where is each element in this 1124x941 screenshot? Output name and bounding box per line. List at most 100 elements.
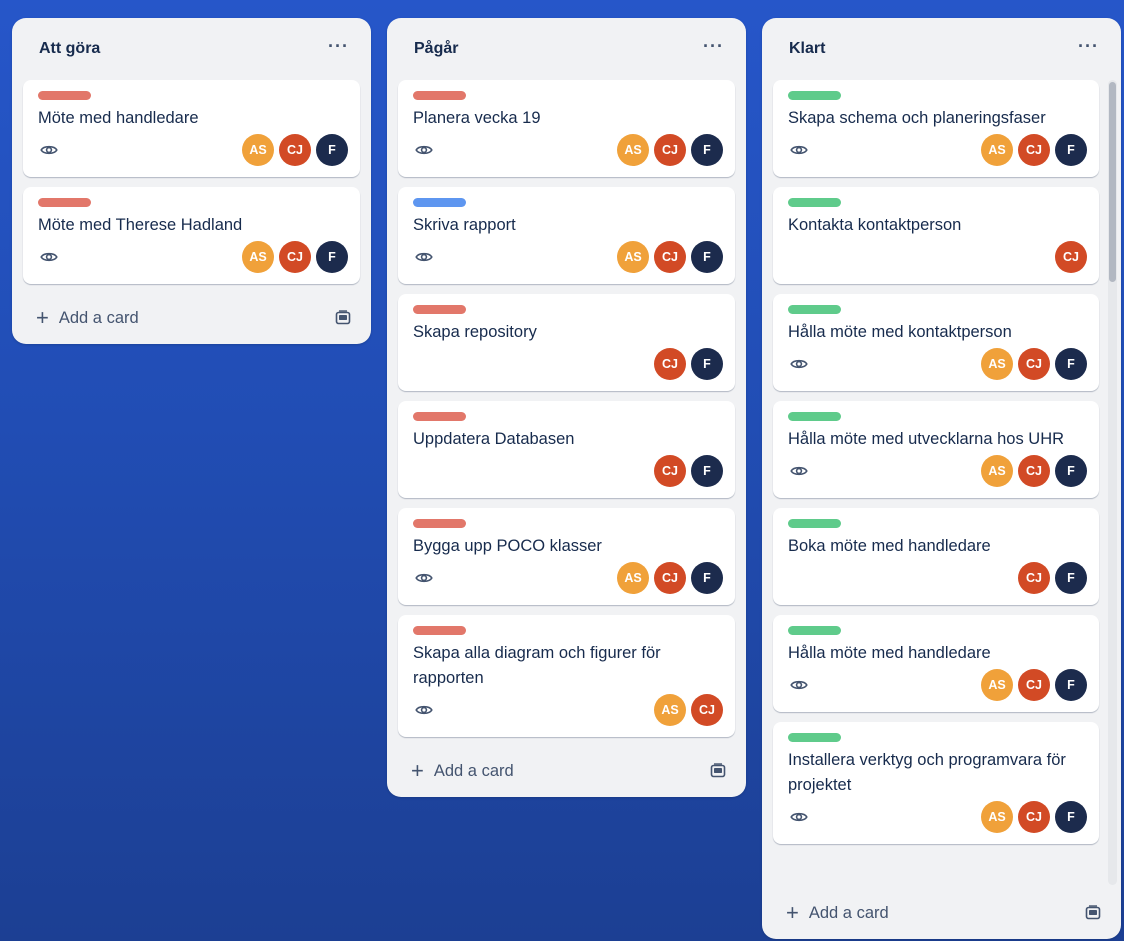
avatar-as[interactable]: AS (981, 669, 1013, 701)
avatar-as[interactable]: AS (617, 241, 649, 273)
add-card-button[interactable]: + Add a card (36, 307, 139, 329)
scrollbar-thumb[interactable] (1109, 82, 1116, 282)
avatar-f[interactable]: F (691, 562, 723, 594)
add-card-button[interactable]: + Add a card (411, 760, 514, 782)
avatar-f[interactable]: F (1055, 134, 1087, 166)
card-label-green[interactable] (788, 91, 841, 100)
card-members: AS CJ F (242, 241, 348, 273)
ellipsis-icon[interactable]: ··· (703, 37, 724, 55)
card[interactable]: Hålla möte med utvecklarna hos UHR AS CJ F (773, 401, 1099, 498)
card-label-red[interactable] (38, 91, 91, 100)
eye-icon (415, 573, 433, 583)
add-card-label: Add a card (58, 308, 139, 327)
card-members: AS CJ F (981, 348, 1087, 380)
avatar-as[interactable]: AS (242, 241, 274, 273)
avatar-f[interactable]: F (316, 134, 348, 166)
card-label-green[interactable] (788, 519, 841, 528)
avatar-cj[interactable]: CJ (654, 348, 686, 380)
list-header[interactable]: Klart ··· (762, 18, 1121, 80)
card[interactable]: Boka möte med handledare CJ F (773, 508, 1099, 605)
avatar-as[interactable]: AS (617, 134, 649, 166)
avatar-as[interactable]: AS (981, 455, 1013, 487)
avatar-cj[interactable]: CJ (1018, 669, 1050, 701)
card-label-green[interactable] (788, 626, 841, 635)
avatar-cj[interactable]: CJ (279, 134, 311, 166)
avatar-cj[interactable]: CJ (279, 241, 311, 273)
avatar-cj[interactable]: CJ (1018, 348, 1050, 380)
card[interactable]: Skapa repository CJ F (398, 294, 735, 391)
avatar-f[interactable]: F (1055, 455, 1087, 487)
avatar-as[interactable]: AS (981, 801, 1013, 833)
avatar-as[interactable]: AS (981, 134, 1013, 166)
ellipsis-icon[interactable]: ··· (328, 37, 349, 55)
card[interactable]: Skapa alla diagram och figurer för rappo… (398, 615, 735, 737)
list-title[interactable]: Att göra (39, 40, 100, 58)
card-title: Möte med Therese Hadland (38, 216, 243, 234)
card[interactable]: Möte med Therese Hadland AS CJ F (23, 187, 360, 284)
card-label-green[interactable] (788, 305, 841, 314)
card-label-green[interactable] (788, 412, 841, 421)
avatar-cj[interactable]: CJ (654, 562, 686, 594)
avatar-as[interactable]: AS (617, 562, 649, 594)
avatar-cj[interactable]: CJ (1018, 562, 1050, 594)
card[interactable]: Installera verktyg och programvara för p… (773, 722, 1099, 844)
card[interactable]: Hålla möte med handledare AS CJ F (773, 615, 1099, 712)
card-label-blue[interactable] (413, 198, 466, 207)
card[interactable]: Skapa schema och planeringsfaser AS CJ F (773, 80, 1099, 177)
add-card-button[interactable]: + Add a card (786, 902, 889, 924)
card-template-icon[interactable] (1085, 905, 1101, 921)
avatar-f[interactable]: F (316, 241, 348, 273)
card-label-red[interactable] (413, 91, 466, 100)
card-label-red[interactable] (413, 626, 466, 635)
card-template-icon[interactable] (710, 763, 726, 779)
card-label-green[interactable] (788, 198, 841, 207)
card-title: Hålla möte med utvecklarna hos UHR (788, 430, 1065, 448)
avatar-f[interactable]: F (1055, 348, 1087, 380)
card[interactable]: Hålla möte med kontaktperson AS CJ F (773, 294, 1099, 391)
card[interactable]: Skriva rapport AS CJ F (398, 187, 735, 284)
avatar-cj[interactable]: CJ (1018, 134, 1050, 166)
card-label-red[interactable] (38, 198, 91, 207)
list-header[interactable]: Att göra ··· (12, 18, 371, 80)
avatar-as[interactable]: AS (654, 694, 686, 726)
ellipsis-icon[interactable]: ··· (1078, 37, 1099, 55)
card-title: Bygga upp POCO klasser (413, 537, 602, 555)
add-card-label: Add a card (808, 903, 889, 922)
card-template-icon[interactable] (335, 310, 351, 326)
card[interactable]: Planera vecka 19 AS CJ F (398, 80, 735, 177)
scrollbar[interactable] (1108, 80, 1117, 885)
card[interactable]: Kontakta kontaktperson CJ (773, 187, 1099, 284)
card-label-green[interactable] (788, 733, 841, 742)
list-title[interactable]: Pågår (414, 40, 458, 58)
card-label-red[interactable] (413, 519, 466, 528)
card-badges: AS CJ F (413, 240, 723, 274)
avatar-f[interactable]: F (1055, 562, 1087, 594)
card-members: AS CJ F (981, 669, 1087, 701)
avatar-f[interactable]: F (691, 348, 723, 380)
card-members: AS CJ F (617, 241, 723, 273)
avatar-cj[interactable]: CJ (1018, 455, 1050, 487)
card-badges: CJ F (788, 561, 1087, 595)
card[interactable]: Möte med handledare AS CJ F (23, 80, 360, 177)
card-label-red[interactable] (413, 412, 466, 421)
avatar-as[interactable]: AS (981, 348, 1013, 380)
card[interactable]: Uppdatera Databasen CJ F (398, 401, 735, 498)
avatar-cj[interactable]: CJ (691, 694, 723, 726)
card[interactable]: Bygga upp POCO klasser AS CJ F (398, 508, 735, 605)
card-title: Planera vecka 19 (413, 109, 541, 127)
avatar-cj[interactable]: CJ (654, 455, 686, 487)
avatar-cj[interactable]: CJ (1018, 801, 1050, 833)
card-label-red[interactable] (413, 305, 466, 314)
avatar-as[interactable]: AS (242, 134, 274, 166)
avatar-cj[interactable]: CJ (1055, 241, 1087, 273)
card-scroll-area[interactable]: Skapa schema och planeringsfaser AS CJ F Kon… (762, 80, 1121, 889)
avatar-f[interactable]: F (691, 241, 723, 273)
avatar-cj[interactable]: CJ (654, 134, 686, 166)
avatar-cj[interactable]: CJ (654, 241, 686, 273)
avatar-f[interactable]: F (691, 134, 723, 166)
list-header[interactable]: Pågår ··· (387, 18, 746, 80)
avatar-f[interactable]: F (1055, 801, 1087, 833)
avatar-f[interactable]: F (691, 455, 723, 487)
avatar-f[interactable]: F (1055, 669, 1087, 701)
list-title[interactable]: Klart (789, 40, 825, 58)
